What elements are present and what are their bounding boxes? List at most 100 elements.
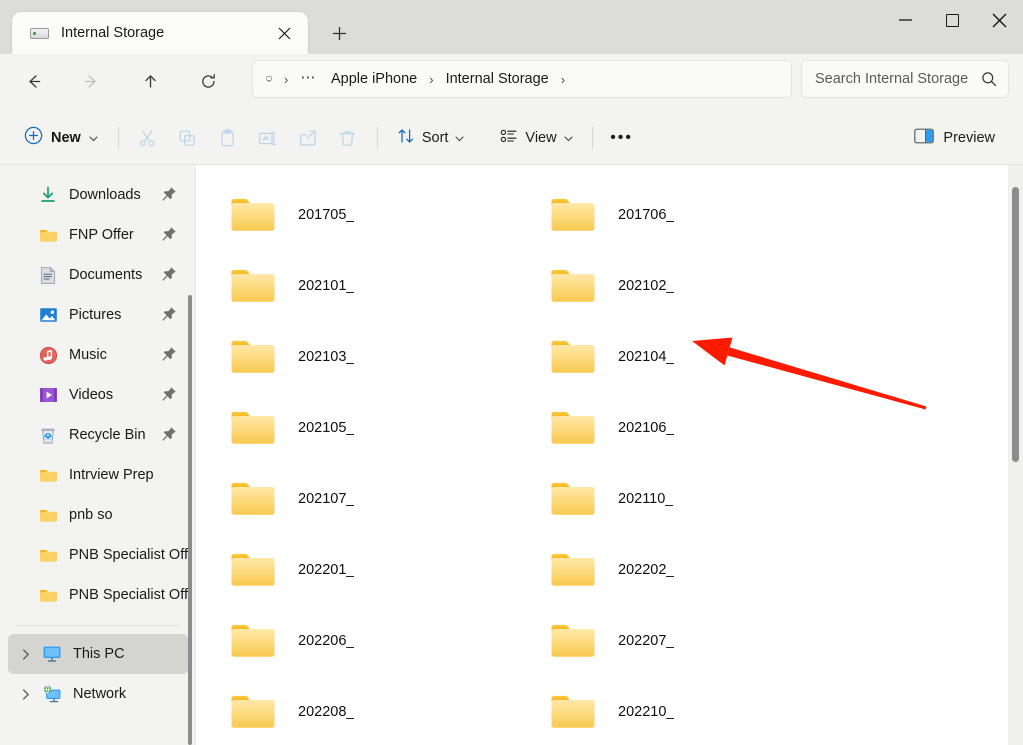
view-button[interactable]: View [490, 121, 582, 155]
pin-icon[interactable] [162, 266, 178, 282]
folder-item[interactable]: 202102_ [550, 250, 870, 321]
sort-arrows-icon [397, 127, 415, 149]
sidebar-item-recycle-bin[interactable]: Recycle Bin [8, 415, 188, 455]
folder-name: 202105_ [298, 419, 355, 436]
sidebar-item-videos[interactable]: Videos [8, 375, 188, 415]
pin-icon[interactable] [162, 386, 178, 402]
breadcrumb-item-internal-storage[interactable]: Internal Storage [439, 64, 556, 94]
paste-button[interactable] [208, 121, 248, 155]
folder-item[interactable]: 202103_ [230, 321, 550, 392]
folder-icon [550, 550, 596, 590]
search-icon[interactable] [970, 61, 1008, 97]
folder-item[interactable]: 202104_ [550, 321, 870, 392]
sort-button[interactable]: Sort [387, 121, 475, 155]
close-icon[interactable] [270, 19, 298, 47]
pin-icon[interactable] [162, 426, 178, 442]
breadcrumb-separator-0: › [284, 71, 289, 87]
sidebar-item-label: This PC [73, 646, 125, 662]
this-pc-icon[interactable] [259, 70, 279, 88]
folder-item[interactable]: 202208_ [230, 676, 550, 745]
copy-button[interactable] [168, 121, 208, 155]
folder-item[interactable]: 202207_ [550, 605, 870, 676]
plus-circle-icon [24, 126, 43, 150]
new-button[interactable]: New [16, 121, 109, 155]
minimize-button[interactable] [882, 0, 929, 40]
new-tab-button[interactable] [322, 16, 356, 50]
back-button[interactable] [15, 63, 51, 99]
pin-icon[interactable] [162, 226, 178, 242]
breadcrumb-separator-2[interactable]: › [556, 64, 570, 94]
sidebar-item-label: Intrview Prep [69, 467, 154, 483]
delete-button[interactable] [328, 121, 368, 155]
share-button[interactable] [288, 121, 328, 155]
content-scrollbar[interactable] [1008, 165, 1023, 745]
cut-button[interactable] [128, 121, 168, 155]
folder-item[interactable]: 202105_ [230, 392, 550, 463]
content-scrollbar-thumb[interactable] [1012, 187, 1019, 462]
view-list-icon [500, 127, 518, 149]
folder-name: 202107_ [298, 490, 355, 507]
breadcrumb-overflow[interactable]: ⋯ [293, 64, 324, 94]
breadcrumb-item-apple-iphone[interactable]: Apple iPhone [324, 64, 424, 94]
maximize-button[interactable] [929, 0, 976, 40]
folder-item[interactable]: 201705_ [230, 179, 550, 250]
folder-item[interactable]: 201706_ [550, 179, 870, 250]
pin-icon[interactable] [162, 186, 178, 202]
pin-icon[interactable] [162, 306, 178, 322]
folder-icon [550, 337, 596, 377]
sidebar-item-this-pc[interactable]: This PC [8, 634, 188, 674]
folder-item[interactable]: 202110_ [550, 463, 870, 534]
sidebar-item-pnb-specialist-off[interactable]: PNB Specialist Off [8, 535, 188, 575]
sidebar-item-label: Music [69, 347, 107, 363]
sidebar-item-fnp-offer[interactable]: FNP Offer [8, 215, 188, 255]
drive-icon [28, 25, 50, 41]
sidebar-item-label: Network [73, 686, 127, 702]
preview-button[interactable]: Preview [904, 121, 1005, 155]
search-box[interactable] [801, 60, 1009, 98]
chevron-down-icon [564, 132, 573, 145]
sidebar-item-intrview-prep[interactable]: Intrview Prep [8, 455, 188, 495]
folder-item[interactable]: 202206_ [230, 605, 550, 676]
folder-item[interactable]: 202210_ [550, 676, 870, 745]
folder-name: 202106_ [618, 419, 675, 436]
sidebar-item-pictures[interactable]: Pictures [8, 295, 188, 335]
close-window-button[interactable] [976, 0, 1023, 40]
more-options-button[interactable]: ••• [602, 121, 642, 155]
pin-icon[interactable] [162, 346, 178, 362]
chevron-right-icon[interactable] [18, 674, 34, 714]
folder-item[interactable]: 202107_ [230, 463, 550, 534]
refresh-button[interactable] [190, 63, 226, 99]
folder-name: 202102_ [618, 277, 675, 294]
up-button[interactable] [132, 63, 168, 99]
tab-internal-storage[interactable]: Internal Storage [12, 12, 308, 54]
tab-title: Internal Storage [61, 25, 165, 41]
chevron-right-icon[interactable] [18, 634, 34, 674]
sidebar-item-pnb-specialist-off[interactable]: PNB Specialist Off [8, 575, 188, 615]
search-input[interactable] [802, 71, 970, 87]
sidebar-item-pnb-so[interactable]: pnb so [8, 495, 188, 535]
sidebar-scrollbar-thumb[interactable] [188, 295, 192, 745]
network-icon [42, 684, 62, 704]
folder-item[interactable]: 202101_ [230, 250, 550, 321]
sidebar-item-label: Recycle Bin [69, 427, 146, 443]
breadcrumb[interactable]: › ⋯ Apple iPhone › Internal Storage › [252, 60, 792, 98]
folder-name: 202207_ [618, 632, 675, 649]
toolbar-divider [117, 127, 119, 149]
folder-item[interactable]: 202106_ [550, 392, 870, 463]
folder-icon [230, 408, 276, 448]
forward-button[interactable] [73, 63, 109, 99]
rename-button[interactable] [248, 121, 288, 155]
folder-icon [550, 195, 596, 235]
folder-icon [230, 266, 276, 306]
sidebar-item-music[interactable]: Music [8, 335, 188, 375]
sort-label: Sort [421, 130, 449, 146]
folder-item[interactable]: 202202_ [550, 534, 870, 605]
sidebar-item-label: FNP Offer [69, 227, 134, 243]
folder-icon [230, 621, 276, 661]
folder-name: 202210_ [618, 703, 675, 720]
sidebar-item-documents[interactable]: Documents [8, 255, 188, 295]
sidebar-item-network[interactable]: Network [8, 674, 188, 714]
sidebar-item-downloads[interactable]: Downloads [8, 175, 188, 215]
folder-item[interactable]: 202201_ [230, 534, 550, 605]
sidebar-item-label: pnb so [69, 507, 113, 523]
